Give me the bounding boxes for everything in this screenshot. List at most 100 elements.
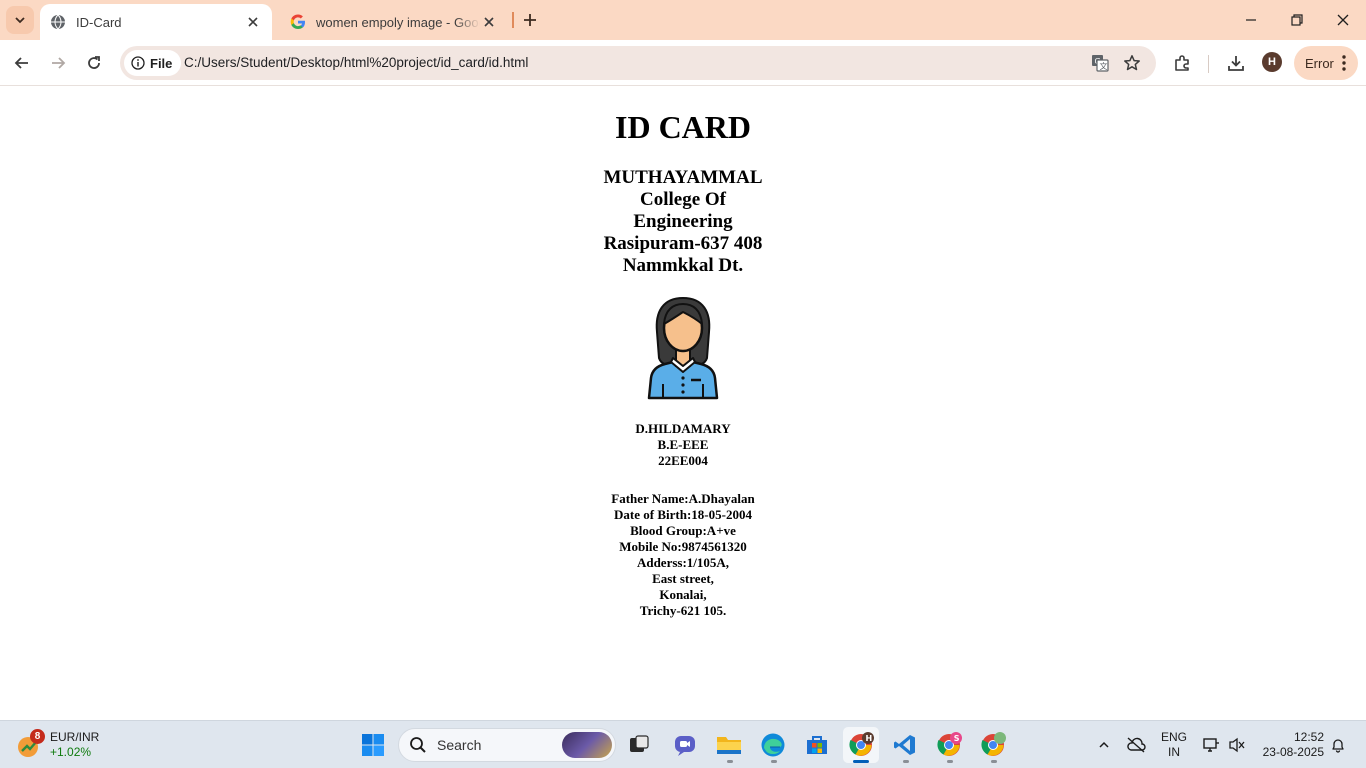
store-icon [807, 736, 827, 754]
bookmark-star-icon[interactable] [1120, 51, 1144, 75]
detail-line: Blood Group:A+ve [630, 523, 736, 538]
detail-line: Adderss:1/105A, [636, 555, 730, 570]
college-line: Rasipuram-637 408 [603, 233, 763, 254]
browser-toolbar: File C:/Users/Student/Desktop/html%20pro… [0, 40, 1366, 86]
teams-chat-button[interactable] [667, 727, 703, 763]
search-highlight-image [562, 732, 612, 758]
detail-line: East street, [652, 571, 714, 586]
running-indicator [991, 760, 997, 763]
edge-button[interactable] [755, 727, 791, 763]
chrome-profile-h-button[interactable]: H [843, 727, 879, 763]
svg-text:S: S [954, 734, 960, 743]
taskbar-search[interactable]: Search [398, 728, 616, 762]
running-indicator [947, 760, 953, 763]
arrow-right-icon [52, 57, 66, 69]
download-icon[interactable] [1224, 51, 1248, 75]
close-window-button[interactable] [1320, 0, 1366, 40]
network-icon[interactable] [1199, 733, 1223, 757]
windows-logo-icon [362, 734, 384, 756]
url-text[interactable]: C:/Users/Student/Desktop/html%20project/… [184, 55, 528, 70]
close-tab-icon[interactable] [244, 13, 262, 31]
college-line: College Of [639, 189, 726, 210]
address-bar[interactable]: File C:/Users/Student/Desktop/html%20pro… [120, 46, 1156, 80]
student-avatar-image [647, 296, 719, 400]
tab-id-card[interactable]: ID-Card [40, 4, 272, 40]
windows-taskbar: 8 EUR/INR +1.02% Search H S ENG IN 12:52… [0, 720, 1366, 768]
active-indicator [853, 760, 869, 763]
profile-avatar[interactable]: H [1262, 52, 1282, 72]
restore-icon [1291, 14, 1303, 26]
restore-button[interactable] [1274, 0, 1320, 40]
running-indicator [727, 760, 733, 763]
clock-date: 23-08-2025 [1262, 745, 1324, 759]
student-reg-no: 22EE004 [658, 453, 708, 468]
reload-button[interactable] [80, 49, 108, 77]
clock-time: 12:52 [1293, 730, 1324, 744]
error-button[interactable]: Error [1294, 46, 1358, 80]
notification-bell-icon[interactable] [1326, 733, 1350, 757]
widgets-button[interactable]: 8 EUR/INR +1.02% [16, 729, 99, 761]
reload-icon [88, 56, 100, 69]
info-icon [131, 56, 145, 70]
svg-text:H: H [866, 734, 873, 743]
chrome-profile-s-button[interactable]: S [931, 727, 967, 763]
page-title: ID CARD [615, 109, 751, 145]
tab-search-button[interactable] [6, 6, 34, 34]
minimize-icon [1246, 19, 1256, 21]
svg-text:文: 文 [1100, 61, 1108, 71]
minimize-button[interactable] [1228, 0, 1274, 40]
globe-icon [50, 14, 66, 30]
store-button[interactable] [799, 727, 835, 763]
college-info: MUTHAYAMMAL College Of Engineering Rasip… [583, 167, 783, 277]
task-view-icon [630, 735, 649, 752]
volume-muted-icon[interactable] [1225, 733, 1249, 757]
detail-line: Trichy-621 105. [639, 603, 727, 618]
search-icon [410, 737, 426, 753]
site-chip-label: File [150, 55, 173, 71]
student-details: Father Name:A.Dhayalan Date of Birth:18-… [533, 491, 833, 619]
college-line: MUTHAYAMMAL [603, 167, 763, 188]
translate-icon[interactable]: G文 [1088, 51, 1112, 75]
running-indicator [903, 760, 909, 763]
student-name: D.HILDAMARY [635, 421, 731, 436]
chrome-icon: S [937, 732, 962, 756]
start-button[interactable] [355, 727, 391, 763]
onedrive-offline-icon[interactable] [1124, 733, 1148, 757]
chevron-down-icon [15, 17, 25, 24]
chrome-profile-3-button[interactable] [975, 727, 1011, 763]
more-vert-icon [1342, 55, 1346, 71]
google-icon [290, 14, 306, 30]
detail-line: Date of Birth:18-05-2004 [614, 507, 752, 522]
chart-icon: 8 [16, 729, 45, 759]
chat-icon [675, 736, 695, 756]
folder-icon [717, 737, 741, 754]
language-line: ENG [1160, 730, 1187, 744]
site-info-chip[interactable]: File [124, 50, 182, 76]
plus-icon [524, 14, 536, 26]
currency-change: +1.02% [50, 745, 92, 759]
file-explorer-button[interactable] [711, 727, 747, 763]
chrome-icon: H [849, 732, 874, 756]
tab-title: ID-Card [76, 14, 122, 30]
forward-button[interactable] [44, 49, 72, 77]
detail-line: Father Name:A.Dhayalan [611, 491, 755, 506]
tab-title: women empoly image - Google Search [316, 14, 480, 30]
toolbar-divider [1208, 55, 1209, 73]
close-icon [1337, 14, 1349, 26]
back-button[interactable] [8, 49, 36, 77]
extensions-icon[interactable] [1170, 51, 1194, 75]
language-indicator[interactable]: ENG IN [1160, 730, 1188, 760]
system-clock[interactable]: 12:52 23-08-2025 [1254, 730, 1324, 760]
tab-google-search[interactable]: women empoly image - Google Search [280, 4, 508, 40]
show-hidden-icons-button[interactable] [1092, 733, 1116, 757]
task-view-button[interactable] [621, 727, 657, 763]
running-indicator [771, 760, 777, 763]
vscode-button[interactable] [887, 727, 923, 763]
chevron-up-icon [1099, 741, 1109, 748]
vscode-icon [894, 735, 915, 755]
edge-icon [761, 733, 785, 757]
currency-pair: EUR/INR [50, 730, 100, 744]
close-tab-icon[interactable] [480, 13, 498, 31]
college-line: Engineering [633, 211, 733, 232]
new-tab-button[interactable] [518, 8, 542, 32]
